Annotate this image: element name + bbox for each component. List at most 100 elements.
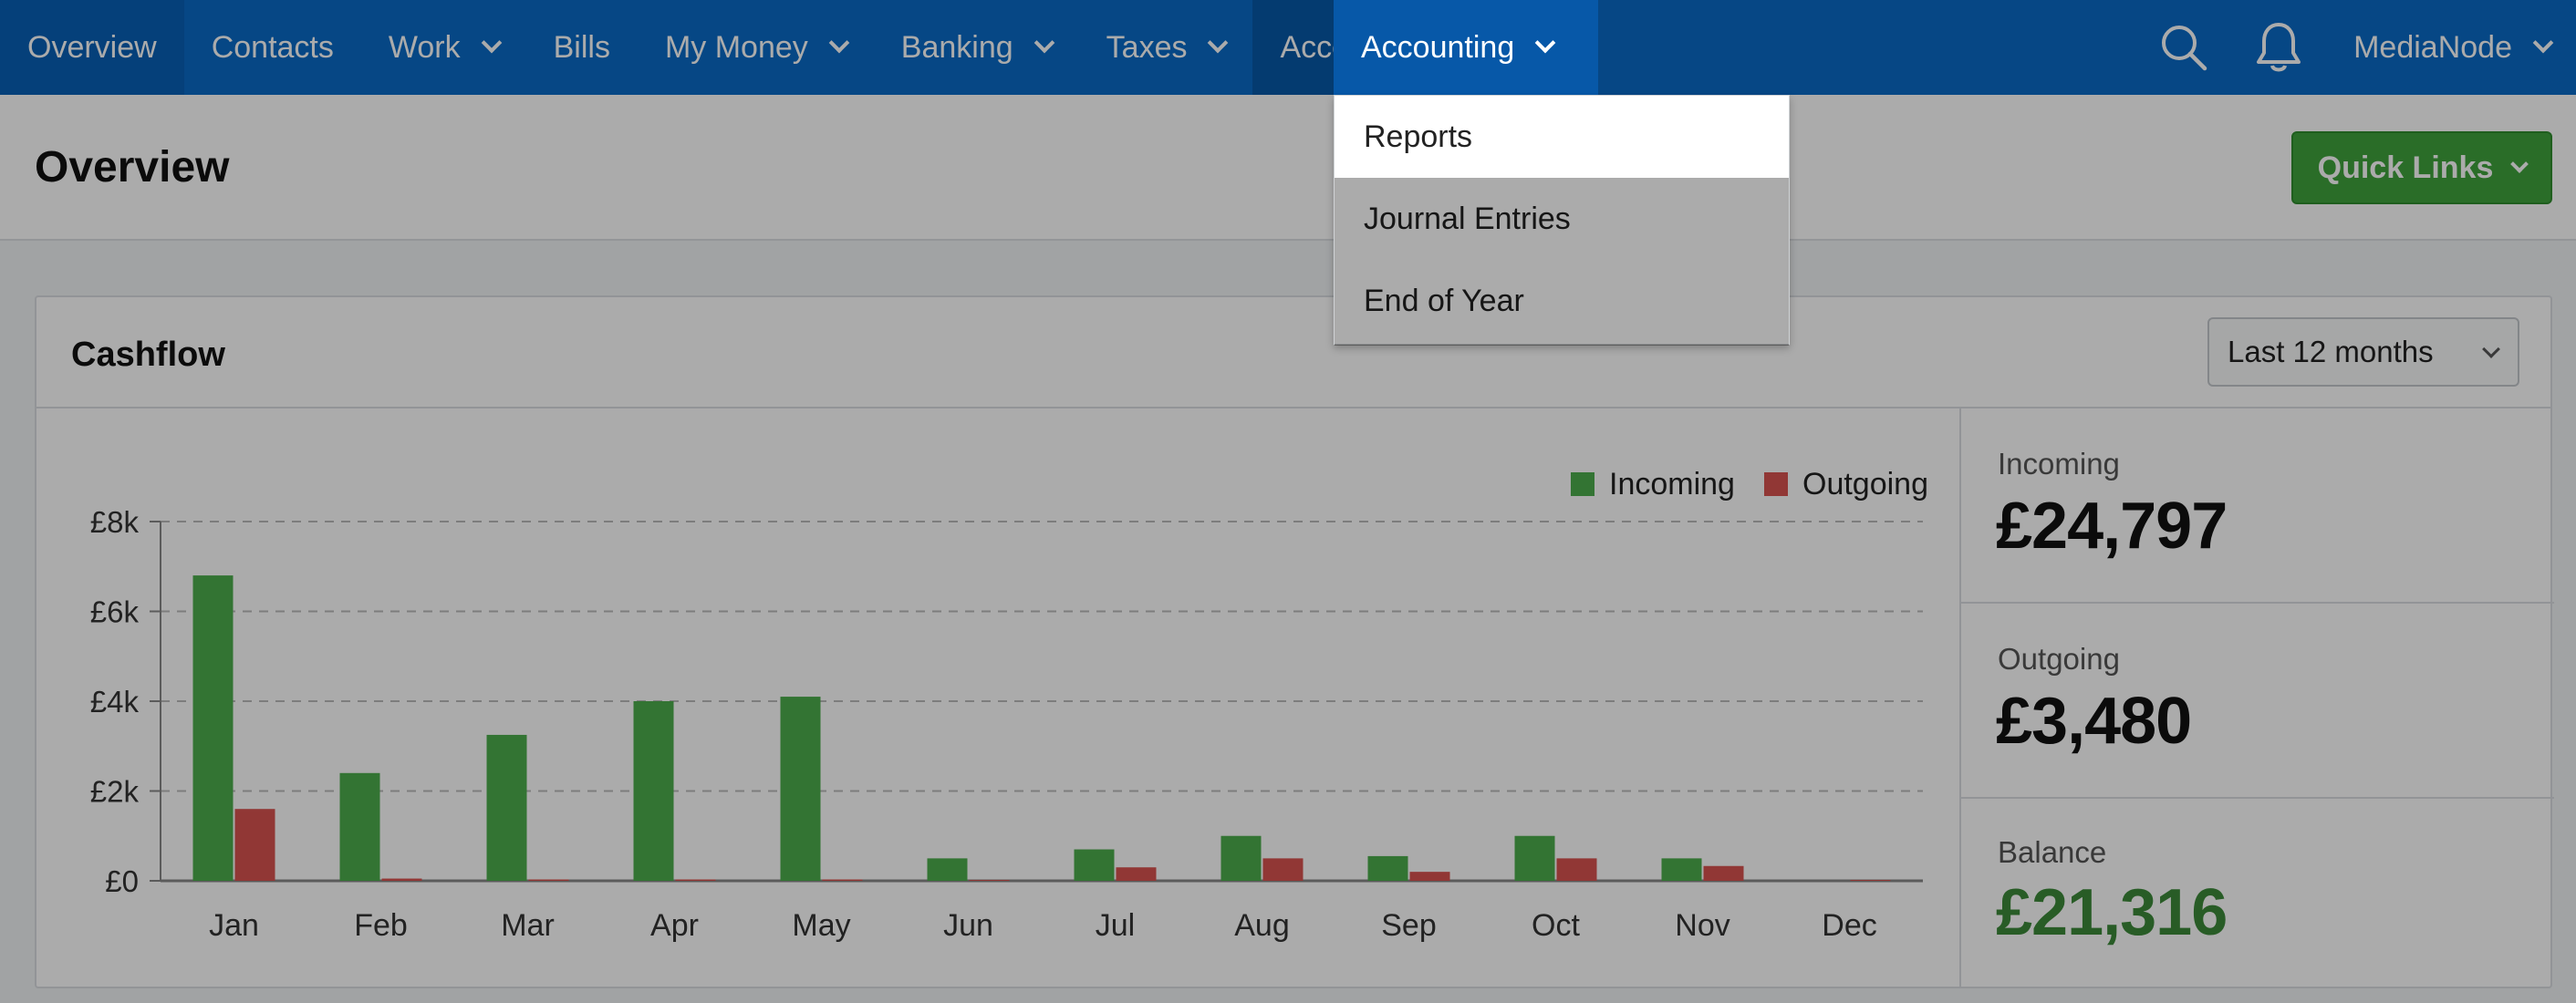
bar-outgoing — [528, 879, 569, 881]
legend-swatch-incoming — [1571, 472, 1594, 496]
y-tick-label: £8k — [90, 505, 140, 539]
bar-incoming — [780, 697, 821, 881]
bar-incoming — [339, 772, 380, 881]
stat-label: Balance — [1998, 835, 2107, 869]
x-tick-label: Dec — [1822, 908, 1876, 943]
bar-outgoing — [1556, 858, 1597, 881]
x-tick-label: Jun — [943, 908, 993, 943]
legend-label-incoming: Incoming — [1609, 467, 1735, 502]
nav-item-contacts[interactable]: Contacts — [184, 0, 361, 95]
stat-outgoing: Outgoing £3,480 — [1961, 604, 2554, 799]
card-header: Cashflow Last 12 months — [36, 297, 2550, 408]
nav-item-accounting-active[interactable]: Accounting — [1334, 0, 1598, 95]
cashflow-card: Cashflow Last 12 months £0 £2k £4k £6k £8k Ja… — [35, 295, 2554, 988]
chevron-down-icon — [481, 32, 502, 54]
nav-item-label: Bills — [553, 29, 610, 65]
stat-balance: Balance £21,316 — [1961, 799, 2554, 988]
bar-outgoing — [822, 879, 863, 881]
dropdown-item-end-of-year[interactable]: End of Year — [1335, 260, 1789, 342]
chart-area: £0 £2k £4k £6k £8k Jan Feb Mar Apr May Jun Jul Aug Se… — [36, 408, 1959, 988]
chevron-down-icon — [828, 32, 850, 54]
bar-outgoing — [1850, 880, 1891, 881]
chevron-down-icon — [2532, 32, 2554, 54]
stats-panel: Incoming £24,797 Outgoing £3,480 Balance… — [1959, 408, 2554, 988]
bar-incoming — [192, 575, 234, 881]
bar-incoming — [1220, 835, 1262, 881]
nav-item-label: Contacts — [211, 29, 334, 65]
user-name: MediaNode — [2353, 29, 2512, 65]
range-select[interactable]: Last 12 months — [2207, 317, 2519, 387]
nav-right: MediaNode — [2136, 0, 2576, 95]
y-tick-label: £0 — [105, 864, 139, 898]
page-header: Overview Quick Links — [0, 95, 2576, 241]
x-tick-label: Aug — [1234, 908, 1290, 943]
nav-item-label: Overview — [27, 29, 157, 65]
nav-item-label: Banking — [900, 29, 1013, 65]
nav-item-my-money[interactable]: My Money — [638, 0, 874, 95]
dropdown-item-reports[interactable]: Reports — [1335, 96, 1789, 178]
quick-links-button[interactable]: Quick Links — [2291, 131, 2552, 204]
bar-incoming — [1514, 835, 1555, 881]
nav-item-taxes[interactable]: Taxes — [1079, 0, 1253, 95]
bell-icon[interactable] — [2231, 0, 2326, 95]
y-tick-label: £2k — [90, 775, 140, 809]
dropdown-item-journal-entries[interactable]: Journal Entries — [1335, 178, 1789, 260]
nav-item-overview[interactable]: Overview — [0, 0, 184, 95]
top-nav: Overview Contacts Work Bills My Money Ba… — [0, 0, 2576, 95]
legend-swatch-outgoing — [1764, 472, 1788, 496]
bar-incoming — [1367, 855, 1408, 881]
card-title: Cashflow — [71, 336, 225, 374]
chevron-down-icon — [2510, 155, 2529, 173]
stat-value: £3,480 — [1996, 685, 2192, 758]
bar-outgoing — [1116, 867, 1157, 881]
bar-outgoing — [1409, 872, 1450, 881]
nav-item-work[interactable]: Work — [361, 0, 526, 95]
stat-label: Incoming — [1998, 447, 2120, 481]
nav-item-label: My Money — [664, 29, 808, 65]
bar-outgoing — [1262, 858, 1304, 881]
x-tick-label: Nov — [1675, 908, 1729, 943]
bar-incoming — [1074, 849, 1115, 881]
x-tick-label: Sep — [1381, 908, 1437, 943]
bar-incoming — [633, 701, 674, 881]
y-tick-label: £4k — [90, 685, 140, 719]
stat-incoming: Incoming £24,797 — [1961, 408, 2554, 604]
chevron-down-icon — [1534, 32, 1556, 54]
stat-label: Outgoing — [1998, 642, 2120, 676]
nav-item-bills[interactable]: Bills — [526, 0, 638, 95]
user-menu[interactable]: MediaNode — [2326, 30, 2576, 66]
quick-links-label: Quick Links — [2317, 150, 2494, 185]
dropdown-item-label: Reports — [1364, 119, 1473, 154]
x-tick-label: May — [792, 908, 850, 943]
range-select-value: Last 12 months — [2228, 335, 2434, 368]
page-title: Overview — [35, 143, 230, 191]
bar-incoming — [927, 858, 968, 881]
nav-item-banking[interactable]: Banking — [874, 0, 1079, 95]
y-tick-label: £6k — [90, 595, 140, 629]
bar-outgoing — [969, 880, 1010, 881]
x-tick-label: Jul — [1096, 908, 1135, 943]
x-tick-label: Oct — [1532, 908, 1580, 943]
nav-item-label: Accounting — [1361, 29, 1515, 65]
legend-label-outgoing: Outgoing — [1802, 467, 1928, 502]
x-tick-label: Jan — [209, 908, 259, 943]
nav-item-label: Taxes — [1106, 29, 1188, 65]
bar-incoming — [1661, 858, 1702, 881]
bar-outgoing — [1703, 865, 1744, 881]
search-icon[interactable] — [2136, 0, 2231, 95]
chevron-down-icon — [1034, 32, 1054, 54]
dropdown-item-label: End of Year — [1364, 283, 1524, 318]
stat-value: £21,316 — [1996, 876, 2228, 949]
accounting-dropdown: Reports Journal Entries End of Year — [1334, 95, 1790, 346]
chevron-down-icon — [1208, 32, 1229, 54]
bar-outgoing — [381, 878, 422, 881]
stat-value: £24,797 — [1996, 490, 2228, 563]
x-tick-label: Apr — [650, 908, 699, 943]
cashflow-chart: £0 £2k £4k £6k £8k Jan Feb Mar Apr May Jun Jul Aug Se… — [90, 467, 1928, 943]
chevron-down-icon — [2482, 340, 2500, 358]
bar-incoming — [486, 734, 527, 881]
dropdown-item-label: Journal Entries — [1364, 201, 1571, 236]
x-tick-label: Mar — [501, 908, 555, 943]
bar-outgoing — [675, 879, 716, 881]
x-tick-label: Feb — [354, 908, 408, 943]
